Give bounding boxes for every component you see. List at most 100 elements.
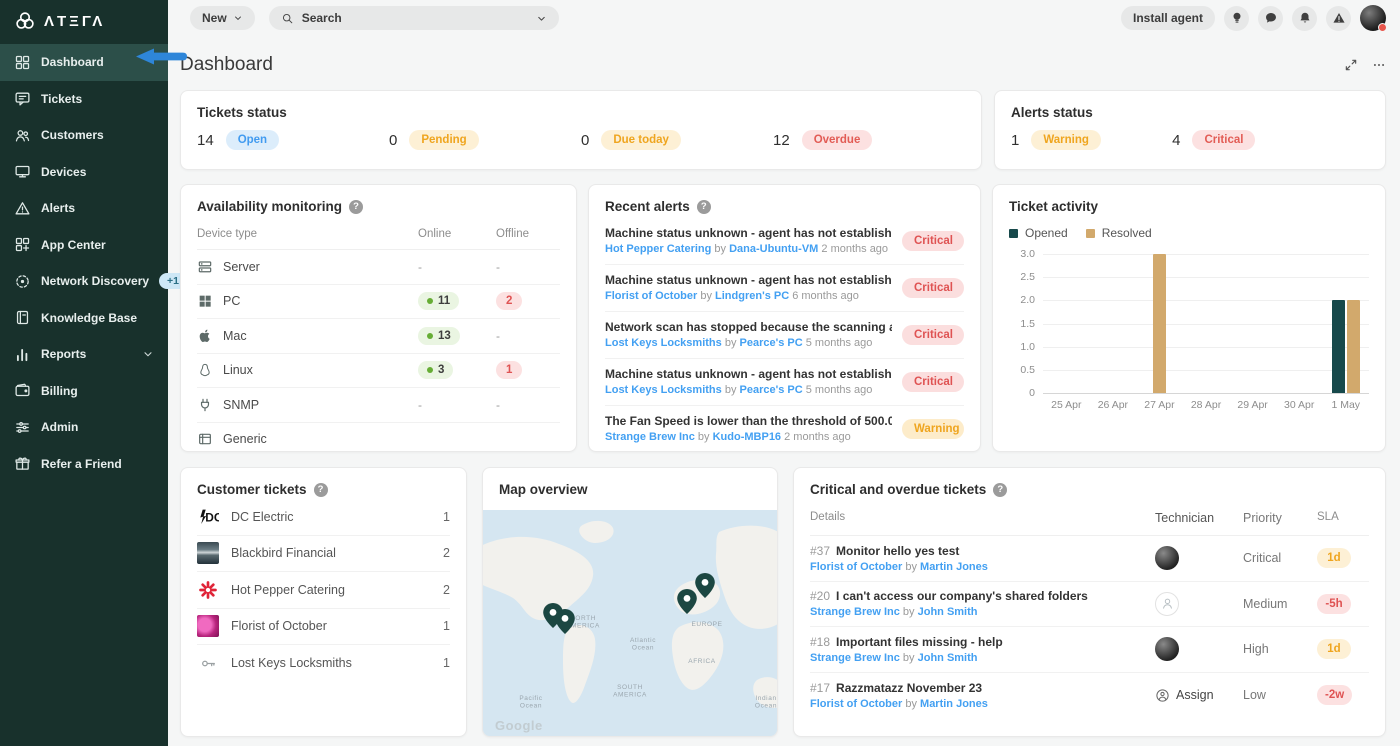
recent-alert-item[interactable]: Machine status unknown - agent has not e… [605, 265, 964, 312]
stat-badge: Overdue [802, 130, 873, 150]
customer-link[interactable]: Florist of October [810, 698, 902, 710]
resolved-bar [1153, 254, 1166, 393]
sidebar-item[interactable]: Customers [0, 117, 168, 154]
map-label: AtlanticOcean [630, 637, 656, 652]
contact-link[interactable]: John Smith [918, 606, 978, 618]
ticket-title: I can't access our company's shared fold… [836, 589, 1088, 603]
map-overview-card: Map overview NORTHAMERIC [482, 467, 778, 737]
user-avatar[interactable] [1360, 5, 1386, 31]
new-button[interactable]: New [190, 6, 255, 30]
search-icon [281, 12, 294, 25]
device-link[interactable]: Pearce's PC [740, 337, 803, 349]
customer-link[interactable]: Florist of October [810, 561, 902, 573]
availability-row[interactable]: Generic [197, 423, 560, 453]
availability-row[interactable]: Linux 3 1 [197, 354, 560, 389]
customer-link[interactable]: Hot Pepper Catering [605, 243, 711, 255]
availability-row[interactable]: PC 11 2 [197, 285, 560, 320]
sidebar: ΛTΞΓΛ Dashboard Tickets Customers Device… [0, 0, 168, 746]
notification-dot [1378, 23, 1387, 32]
bar-group-25-apr [1043, 254, 1090, 393]
technician-avatar[interactable] [1155, 546, 1179, 570]
recent-alert-item[interactable]: Machine status unknown - agent has not e… [605, 359, 964, 406]
install-agent-button[interactable]: Install agent [1121, 6, 1215, 30]
customer-link[interactable]: Strange Brew Inc [810, 652, 900, 664]
recent-alert-item[interactable]: Machine status unknown - agent has not e… [605, 218, 964, 265]
sidebar-item[interactable]: Reports [0, 336, 168, 373]
x-axis-label: 26 Apr [1090, 399, 1137, 411]
sidebar-item[interactable]: Refer a Friend [0, 446, 168, 483]
help-icon[interactable]: ? [349, 200, 363, 214]
devices-icon [14, 163, 31, 180]
search-input[interactable] [302, 11, 528, 25]
recent-alert-item[interactable]: Network scan has stopped because the sca… [605, 312, 964, 359]
recent-alert-item[interactable]: The Fan Speed is lower than the threshol… [605, 406, 964, 452]
device-link[interactable]: Kudo-MBP16 [713, 431, 781, 443]
sidebar-item[interactable]: Billing [0, 373, 168, 410]
ticket-title: Monitor hello yes test [836, 544, 959, 558]
online-dot [427, 367, 433, 373]
help-icon[interactable]: ? [314, 483, 328, 497]
critical-ticket-row[interactable]: #18Important files missing - help Strang… [810, 627, 1369, 673]
legend-swatch [1086, 229, 1095, 238]
customer-link[interactable]: Florist of October [605, 290, 697, 302]
customer-link[interactable]: Strange Brew Inc [810, 606, 900, 618]
expand-icon[interactable] [1344, 58, 1358, 72]
device-link[interactable]: Pearce's PC [740, 384, 803, 396]
sidebar-item[interactable]: App Center [0, 227, 168, 264]
customer-ticket-row[interactable]: Hot Pepper Catering 2 [197, 572, 450, 609]
sidebar-item[interactable]: Tickets [0, 81, 168, 118]
google-attribution: Google [495, 718, 543, 733]
customer-ticket-row[interactable]: Lost Keys Locksmiths 1 [197, 645, 450, 682]
more-options-icon[interactable] [1372, 58, 1386, 72]
customer-link[interactable]: Lost Keys Locksmiths [605, 337, 722, 349]
atera-logo-text: ΛTΞΓΛ [44, 13, 105, 30]
ticket-count: 1 [443, 619, 450, 633]
ticket-count: 2 [443, 546, 450, 560]
contact-link[interactable]: Martin Jones [920, 561, 988, 573]
technician-avatar[interactable] [1155, 637, 1179, 661]
availability-row[interactable]: Server - - [197, 250, 560, 285]
sidebar-item[interactable]: Knowledge Base [0, 300, 168, 337]
help-icon[interactable]: ? [697, 200, 711, 214]
technician-avatar-sketch[interactable] [1155, 592, 1179, 616]
alert-age: 2 months ago [784, 431, 851, 443]
severity-badge: Warning [902, 419, 964, 439]
critical-alerts-icon[interactable] [1326, 6, 1351, 31]
search-scope-chevron-icon[interactable] [536, 13, 547, 24]
device-link[interactable]: Dana-Ubuntu-VM [729, 243, 818, 255]
map-canvas[interactable]: NORTHAMERICAAtlanticOceanEUROPEAFRICASOU… [483, 510, 777, 737]
sidebar-item[interactable]: Alerts [0, 190, 168, 227]
alert-title: Machine status unknown - agent has not e… [605, 273, 892, 287]
customer-link[interactable]: Lost Keys Locksmiths [605, 384, 722, 396]
critical-ticket-row[interactable]: #37Monitor hello yes test Florist of Oct… [810, 536, 1369, 582]
availability-row[interactable]: SNMP - - [197, 388, 560, 423]
status-stat: 14 Open [197, 130, 389, 150]
customer-link[interactable]: Strange Brew Inc [605, 431, 695, 443]
status-stat: 1 Warning [1011, 130, 1172, 150]
ticket-id: #17 [810, 681, 830, 695]
bar-group-28-apr [1183, 254, 1230, 393]
search-bar[interactable] [269, 6, 559, 30]
customer-ticket-row[interactable]: DC DC Electric 1 [197, 499, 450, 536]
sidebar-item-label: Network Discovery [41, 274, 149, 288]
idea-lightbulb-icon[interactable] [1224, 6, 1249, 31]
critical-ticket-row[interactable]: #17Razzmatazz November 23 Florist of Oct… [810, 673, 1369, 719]
assign-button[interactable]: Assign [1155, 688, 1214, 703]
sidebar-item[interactable]: Devices [0, 154, 168, 191]
sidebar-item[interactable]: Admin [0, 409, 168, 446]
notifications-bell-icon[interactable] [1292, 6, 1317, 31]
atera-logo[interactable]: ΛTΞΓΛ [0, 0, 168, 40]
customer-ticket-row[interactable]: Blackbird Financial 2 [197, 536, 450, 573]
help-icon[interactable]: ? [993, 483, 1007, 497]
critical-ticket-row[interactable]: #20I can't access our company's shared f… [810, 582, 1369, 628]
contact-link[interactable]: Martin Jones [920, 698, 988, 710]
sidebar-item[interactable]: Network Discovery +1 [0, 263, 168, 300]
sla-badge: -2w [1317, 685, 1352, 705]
availability-row[interactable]: Mac 13 - [197, 319, 560, 354]
contact-link[interactable]: John Smith [918, 652, 978, 664]
customer-tickets-card: Customer tickets ? DC DC Electric 1 Blac… [180, 467, 467, 737]
customer-ticket-row[interactable]: Florist of October 1 [197, 609, 450, 646]
device-link[interactable]: Lindgren's PC [715, 290, 789, 302]
device-type-label: Mac [223, 329, 247, 343]
chat-icon[interactable] [1258, 6, 1283, 31]
